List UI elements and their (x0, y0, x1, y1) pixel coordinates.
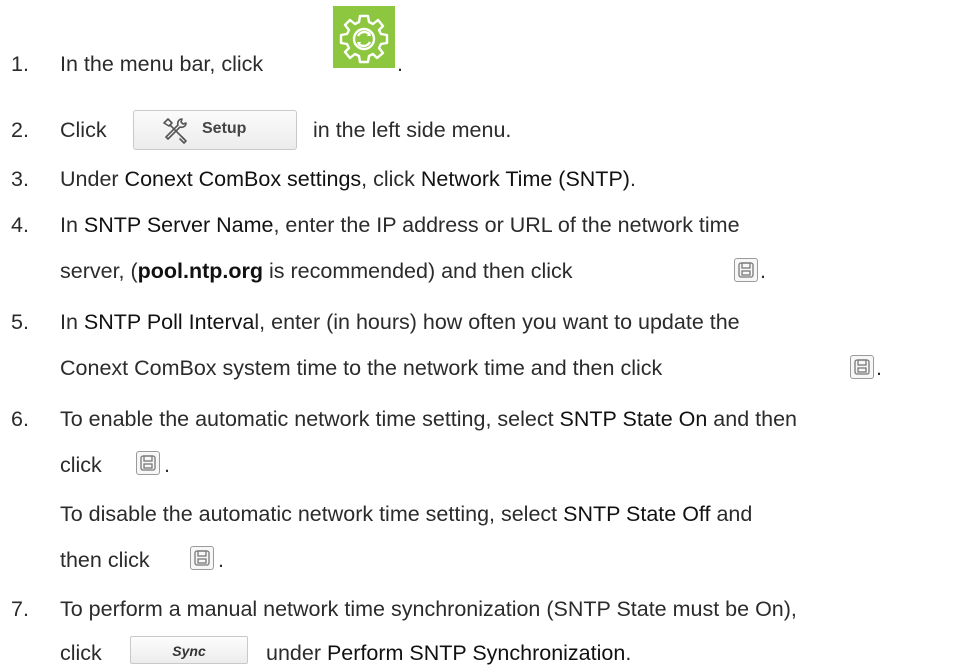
save-icon[interactable] (850, 355, 874, 379)
ui-term: SNTP State Off (563, 502, 711, 526)
step-text: In the menu bar, click (60, 52, 264, 76)
step-text-line-3: To disable the automatic network time se… (60, 502, 753, 526)
ui-term: Network Time (SNTP) (420, 167, 630, 191)
step-number: 7. (11, 597, 29, 621)
step-text-end: . (760, 259, 766, 283)
ui-term: SNTP Server Name (83, 213, 274, 237)
sync-button-label: Sync (172, 643, 206, 659)
gear-icon (339, 14, 389, 64)
ui-term: Conext ComBox settings (124, 167, 362, 191)
step-text-line-1: In SNTP Poll Interval, enter (in hours) … (60, 310, 740, 334)
step-text-line-4: then click (60, 548, 150, 572)
save-icon[interactable] (190, 546, 214, 570)
step-text-line-1: To perform a manual network time synchro… (60, 597, 797, 621)
step-text-end: . (876, 356, 882, 380)
sync-button[interactable]: Sync (130, 636, 248, 664)
settings-gear-tile (333, 6, 395, 68)
save-icon[interactable] (136, 451, 160, 475)
step-number: 4. (11, 213, 29, 237)
step-text-line-2-end: under Perform SNTP Synchronization. (266, 641, 632, 665)
step-text-line-2: Conext ComBox system time to the network… (60, 356, 663, 380)
step-number: 3. (11, 167, 29, 191)
setup-button-label: Setup (202, 120, 247, 137)
ui-term: SNTP Poll Interva (83, 310, 255, 334)
setup-button[interactable]: Setup (133, 110, 297, 150)
step-number: 6. (11, 407, 29, 431)
step-text-end: . (397, 52, 403, 76)
step-text: Under Conext ComBox settings, click Netw… (60, 167, 636, 191)
step-text-line-1: To enable the automatic network time set… (60, 407, 797, 431)
recommended-server: pool.ntp.org (137, 259, 264, 283)
step-text: Click (60, 118, 107, 142)
step-text-line-2: server, (pool.ntp.org is recommended) an… (60, 259, 573, 283)
tools-icon (160, 115, 190, 151)
save-icon[interactable] (734, 258, 758, 282)
step-number: 1. (11, 52, 29, 76)
step-text-line-2: click (60, 641, 102, 665)
ui-term: Perform SNTP Synchronization (326, 641, 626, 665)
step-text-end: in the left side menu. (313, 118, 512, 142)
step-text-end: . (218, 548, 224, 572)
step-text-line-1: In SNTP Server Name, enter the IP addres… (60, 213, 740, 237)
ui-term: SNTP State On (559, 407, 708, 431)
step-text-line-2: click (60, 453, 102, 477)
step-number: 5. (11, 310, 29, 334)
step-number: 2. (11, 118, 29, 142)
step-text-end: . (164, 453, 170, 477)
